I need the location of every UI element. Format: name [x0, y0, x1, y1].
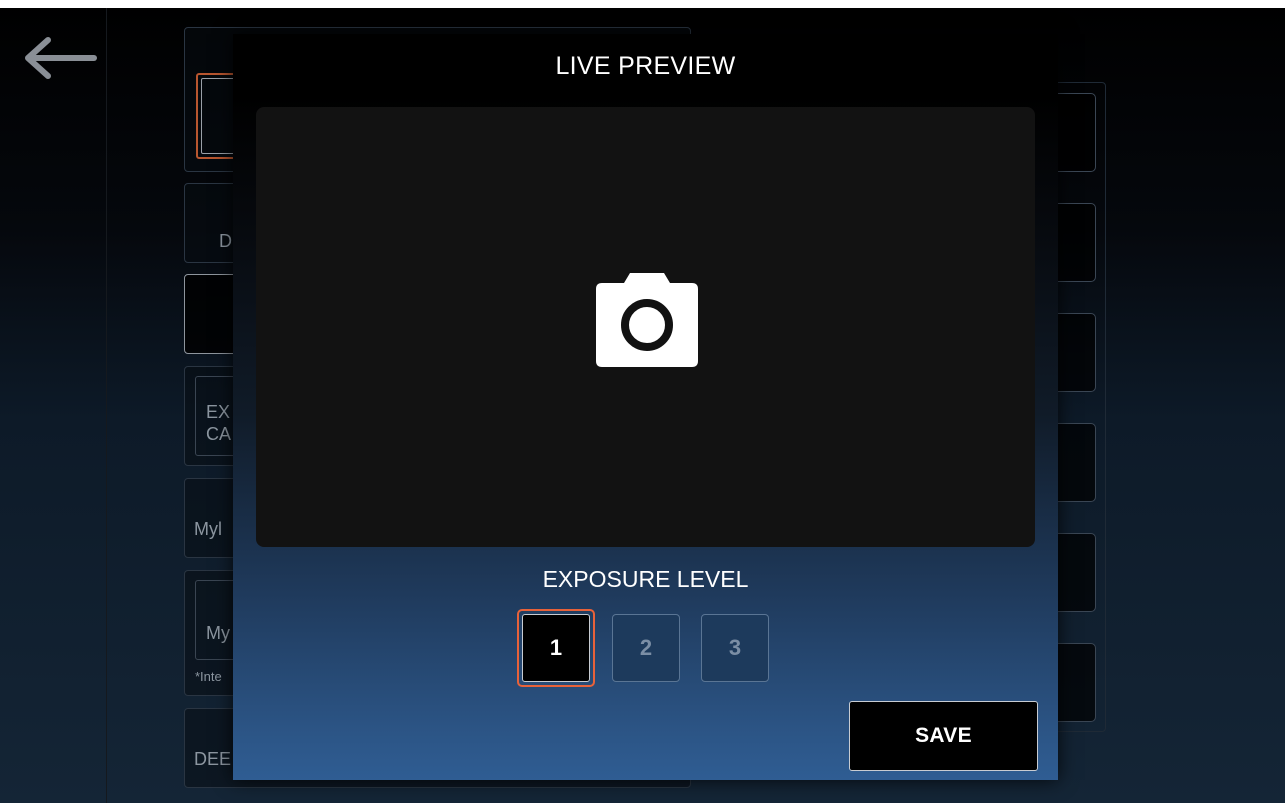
- bg-card-4-line1: EX: [206, 402, 231, 422]
- camera-icon: [596, 273, 698, 367]
- exposure-level-1-button[interactable]: 1: [517, 609, 595, 687]
- bg-card-6-note: *Inte: [195, 669, 222, 684]
- exposure-level-3-button[interactable]: 3: [701, 614, 769, 682]
- exposure-level-1-label: 1: [522, 614, 590, 682]
- bg-card-2-label: D: [219, 231, 232, 251]
- bg-card-4-line2: CA: [206, 424, 232, 444]
- back-arrow-icon: [25, 37, 97, 79]
- left-divider: [106, 8, 107, 803]
- exposure-level-2-button[interactable]: 2: [612, 614, 680, 682]
- bg-card-5-label: Myl: [194, 519, 222, 539]
- bg-card-7-label: DEE: [194, 749, 232, 769]
- exposure-level-label: EXPOSURE LEVEL: [542, 566, 749, 592]
- live-preview-modal: LIVE PREVIEW EXPOSURE LEVEL 1 2 3 SAVE: [233, 34, 1058, 780]
- bg-card-6-label: My: [206, 623, 230, 643]
- live-preview-area: [256, 107, 1035, 547]
- modal-title: LIVE PREVIEW: [555, 52, 736, 80]
- save-button[interactable]: SAVE: [849, 701, 1038, 771]
- back-button[interactable]: [18, 26, 100, 90]
- top-strip: [0, 0, 1285, 8]
